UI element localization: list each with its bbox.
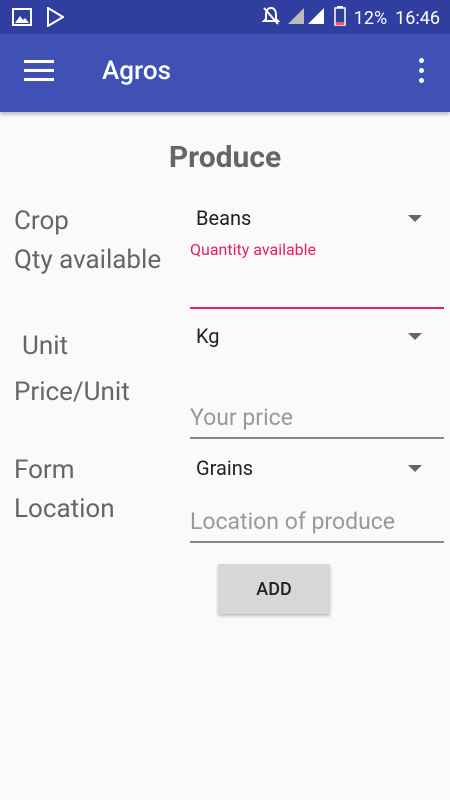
add-button[interactable]: ADD [218,564,330,614]
price-input[interactable]: Your price [190,397,444,439]
clock: 16:46 [395,8,440,29]
app-bar: Agros [0,34,450,112]
signal-icon [287,7,326,30]
crop-label: Crop [14,206,69,236]
image-icon [12,8,32,30]
crop-value: Beans [196,206,252,230]
location-input[interactable]: Location of produce [190,501,444,543]
more-vert-icon[interactable] [418,58,426,88]
qty-label: Qty available [14,245,162,275]
page-title: Produce [168,140,282,175]
qty-input[interactable] [190,267,444,309]
form-label: Form [14,455,75,485]
app-title: Agros [102,56,171,86]
dropdown-arrow-icon [408,215,422,222]
form-spinner[interactable]: Grains [190,450,440,490]
battery-percent: 12% [353,8,388,29]
crop-spinner[interactable]: Beans [190,200,440,240]
location-label: Location [14,494,115,524]
unit-value: Kg [196,324,220,348]
battery-icon [334,6,346,31]
qty-hint: Quantity available [190,240,317,259]
menu-icon[interactable] [24,60,54,84]
dropdown-arrow-icon [408,333,422,340]
unit-spinner[interactable]: Kg [190,318,440,358]
price-label: Price/Unit [14,377,130,407]
form-value: Grains [196,456,254,480]
status-bar: 12% 16:46 [0,0,450,34]
play-store-icon [46,6,65,31]
location-placeholder: Location of produce [190,508,396,535]
unit-label: Unit [22,331,69,361]
notifications-off-icon [261,6,281,31]
dropdown-arrow-icon [408,465,422,472]
price-placeholder: Your price [190,404,293,431]
